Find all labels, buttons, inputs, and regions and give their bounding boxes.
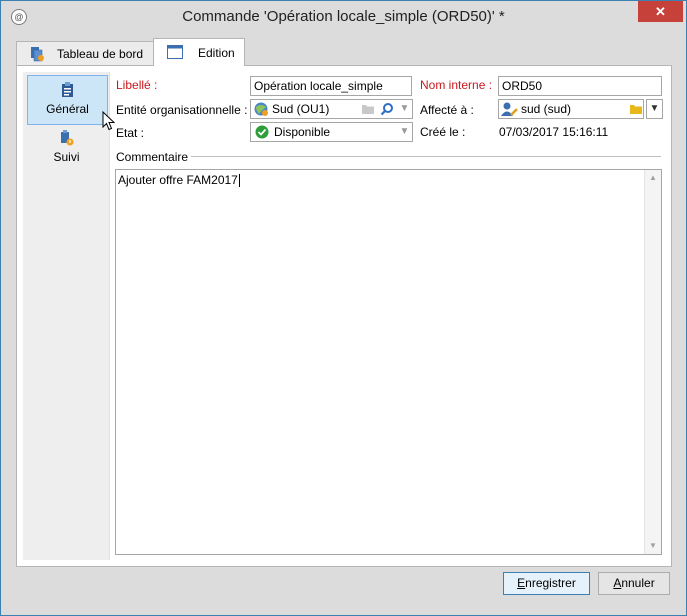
cancel-button[interactable]: Annuler (598, 572, 670, 595)
affecte-label: Affecté à : (420, 103, 474, 117)
folder-open-icon[interactable] (627, 100, 643, 118)
section-divider (191, 156, 661, 157)
entite-label: Entité organisationnelle : (116, 103, 248, 117)
tab-dashboard[interactable]: Tableau de bord (16, 41, 154, 66)
nav-item-general-label: Général (46, 102, 89, 116)
chevron-down-icon: ▼ (649, 103, 660, 114)
cree-value: 07/03/2017 15:16:11 (499, 125, 609, 139)
affecte-value: sud (sud) (521, 102, 572, 116)
commentaire-text: Ajouter offre FAM2017 (118, 173, 240, 188)
scroll-up-icon[interactable]: ▲ (645, 170, 661, 186)
nom-interne-label: Nom interne : (420, 78, 493, 92)
window-title: Commande 'Opération locale_simple (ORD50… (182, 8, 505, 25)
chevron-down-icon[interactable]: ▼ (396, 100, 412, 118)
entite-value: Sud (OU1) (272, 102, 330, 116)
close-button[interactable]: ✕ (638, 1, 683, 22)
side-navigation: Général Suivi (23, 72, 110, 560)
commentaire-label: Commentaire (116, 150, 189, 164)
dashboard-icon (31, 47, 44, 62)
search-icon[interactable] (378, 100, 395, 118)
user-icon (501, 102, 518, 116)
nom-interne-input[interactable]: ORD50 (498, 76, 662, 96)
check-circle-icon (255, 125, 269, 139)
vertical-scrollbar[interactable]: ▲ ▼ (644, 170, 661, 554)
tab-dashboard-label: Tableau de bord (57, 47, 144, 61)
tracking-icon (61, 130, 74, 146)
scroll-down-icon[interactable]: ▼ (645, 538, 661, 554)
etat-select[interactable]: Disponible ▼ (250, 122, 413, 142)
cree-label: Créé le : (420, 125, 466, 139)
mouse-cursor-icon (102, 111, 115, 131)
folder-icon[interactable] (359, 100, 376, 118)
nav-item-suivi[interactable]: Suivi (27, 128, 106, 172)
chevron-down-icon[interactable]: ▼ (396, 123, 412, 141)
nav-item-suivi-label: Suivi (53, 150, 80, 164)
commentaire-textarea[interactable]: Ajouter offre FAM2017 ▲ ▼ (115, 169, 662, 555)
libelle-label: Libellé : (116, 78, 158, 92)
etat-value: Disponible (274, 125, 331, 139)
nav-item-general[interactable]: Général (27, 75, 108, 125)
affecte-dropdown-button[interactable]: ▼ (646, 99, 663, 119)
title-bar[interactable]: @ Commande 'Opération locale_simple (ORD… (1, 1, 686, 33)
text-caret (238, 174, 240, 188)
save-button[interactable]: Enregistrer (503, 572, 590, 595)
affecte-field[interactable]: sud (sud) (498, 99, 644, 119)
window-icon (167, 45, 183, 59)
organization-icon (254, 102, 268, 116)
tab-edition-label: Edition (198, 46, 235, 60)
libelle-input[interactable]: Opération locale_simple (250, 76, 412, 96)
etat-label: Etat : (116, 126, 145, 140)
clipboard-icon (62, 82, 73, 97)
entite-field[interactable]: Sud (OU1) ▼ (250, 99, 413, 119)
tab-edition[interactable]: Edition (153, 38, 245, 66)
